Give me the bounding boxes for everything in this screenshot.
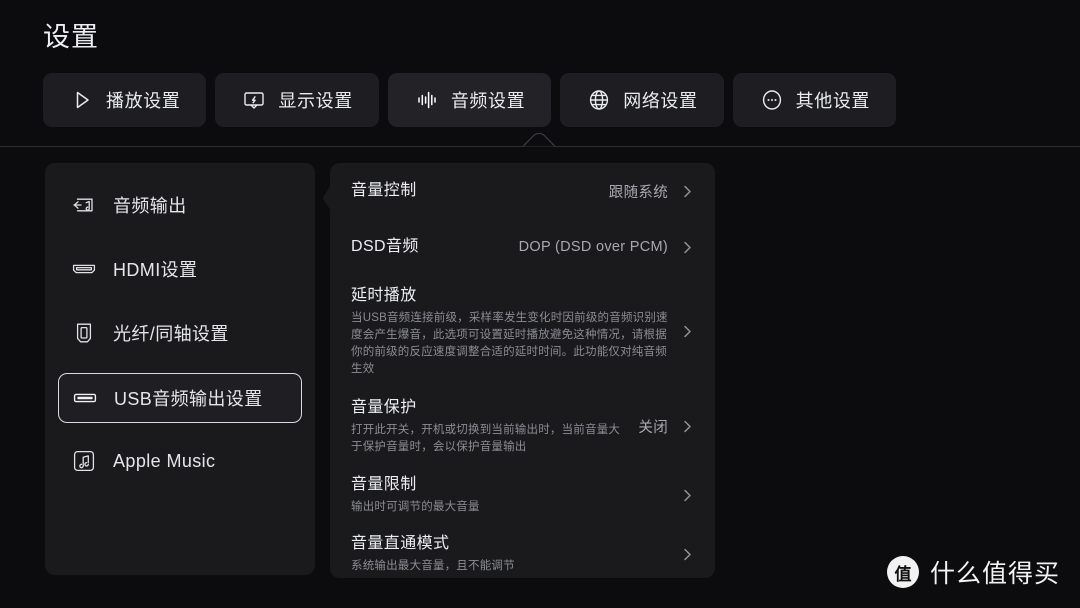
watermark: 值 什么值得买	[886, 554, 1060, 590]
row-value: 跟随系统	[608, 184, 668, 201]
row-texts: 音量保护 打开此开关，开机或切换到当前输出时，当前音量大于保护音量时，会以保护音…	[351, 397, 628, 456]
row-description: 当USB音频连接前级，采样率发生变化时因前级的音频识别速度会产生爆音，此选项可设…	[351, 311, 668, 375]
sidebar-item-label: Apple Music	[113, 450, 216, 471]
row-texts: 延时播放 当USB音频连接前级，采样率发生变化时因前级的音频识别速度会产生爆音，…	[351, 285, 668, 378]
page-title: 设置	[43, 22, 99, 52]
sidebar-item-label: 音频输出	[113, 196, 187, 216]
tab-label: 音频设置	[450, 91, 526, 111]
globe-icon	[586, 87, 612, 113]
sidebar-item-apple-music[interactable]: Apple Music	[58, 437, 302, 485]
row-title: 音量直通模式	[351, 535, 450, 552]
row-description: 输出时可调节的最大音量	[351, 501, 480, 513]
ellipsis-circle-icon	[759, 87, 785, 113]
chevron-right-icon	[679, 184, 695, 199]
chevron-right-icon	[679, 324, 695, 339]
settings-tabbar: 播放设置 显示设置 音频设置 网络设置 其他设置	[43, 73, 897, 127]
usb-audio-output-settings-panel: 音量控制 跟随系统 DSD音频 DOP (DSD over PCM) 延时播放 …	[330, 163, 715, 578]
tab-network-settings[interactable]: 网络设置	[560, 73, 724, 127]
hdmi-port-icon	[71, 256, 97, 282]
play-icon	[69, 87, 95, 113]
chevron-right-icon	[679, 419, 695, 434]
row-texts: 音量限制 输出时可调节的最大音量	[351, 474, 668, 516]
row-texts: 音量直通模式 系统输出最大音量，且不能调节	[351, 533, 668, 575]
sidebar-item-usb-audio-output-settings[interactable]: USB音频输出设置	[58, 373, 302, 423]
row-title: 延时播放	[351, 286, 417, 304]
row-description: 系统输出最大音量，且不能调节	[351, 560, 515, 572]
tab-display-settings[interactable]: 显示设置	[215, 73, 379, 127]
row-volume-control[interactable]: 音量控制 跟随系统	[330, 163, 715, 219]
chevron-right-icon	[679, 547, 695, 562]
tab-audio-settings[interactable]: 音频设置	[387, 73, 552, 127]
row-delayed-playback[interactable]: 延时播放 当USB音频连接前级，采样率发生变化时因前级的音频识别速度会产生爆音，…	[330, 275, 715, 387]
tab-label: 网络设置	[623, 91, 698, 111]
audio-waveform-icon	[414, 87, 440, 113]
row-texts: DSD音频	[351, 236, 509, 258]
row-volume-limit[interactable]: 音量限制 输出时可调节的最大音量	[330, 465, 715, 525]
active-tab-notch	[523, 133, 555, 147]
watermark-badge-icon: 值	[886, 556, 919, 588]
row-title: 音量保护	[351, 398, 417, 416]
tab-label: 播放设置	[106, 91, 181, 111]
sidebar-item-audio-output[interactable]: 音频输出	[58, 181, 302, 229]
row-title: 音量限制	[351, 476, 417, 493]
tab-label: 显示设置	[278, 91, 353, 111]
sidebar-item-hdmi-settings[interactable]: HDMI设置	[58, 245, 302, 293]
row-dsd-audio[interactable]: DSD音频 DOP (DSD over PCM)	[330, 219, 715, 275]
tab-other-settings[interactable]: 其他设置	[732, 73, 897, 127]
settings-screen: 设置 播放设置 显示设置 音频设置 网络设置 其他设置 音频输出 HDMI设置 …	[0, 0, 1080, 608]
watermark-text: 什么值得买	[929, 560, 1060, 588]
tab-label: 其他设置	[795, 91, 871, 111]
row-volume-protection[interactable]: 音量保护 打开此开关，开机或切换到当前输出时，当前音量大于保护音量时，会以保护音…	[330, 387, 715, 465]
chevron-right-icon	[679, 240, 695, 255]
music-note-icon	[71, 448, 97, 474]
row-value: 关闭	[638, 419, 668, 436]
row-volume-passthrough-mode[interactable]: 音量直通模式 系统输出最大音量，且不能调节	[330, 525, 715, 578]
row-description: 打开此开关，开机或切换到当前输出时，当前音量大于保护音量时，会以保护音量输出	[351, 423, 621, 453]
tab-playback-settings[interactable]: 播放设置	[43, 73, 207, 127]
sidebar-item-label: HDMI设置	[113, 260, 198, 280]
audio-output-icon	[71, 192, 97, 218]
chevron-right-icon	[679, 488, 695, 503]
row-title: 音量控制	[351, 182, 417, 199]
row-texts: 音量控制	[351, 180, 599, 202]
audio-settings-sidebar: 音频输出 HDMI设置 光纤/同轴设置 USB音频输出设置 Apple Musi…	[45, 163, 315, 575]
usb-port-icon	[72, 385, 98, 411]
row-value: DOP (DSD over PCM)	[518, 239, 668, 255]
display-icon	[241, 87, 267, 113]
sidebar-item-label: 光纤/同轴设置	[113, 324, 229, 344]
row-title: DSD音频	[351, 238, 419, 255]
optical-coax-icon	[71, 320, 97, 346]
sidebar-item-optical-coaxial-settings[interactable]: 光纤/同轴设置	[58, 309, 302, 357]
sidebar-item-label: USB音频输出设置	[114, 389, 263, 409]
